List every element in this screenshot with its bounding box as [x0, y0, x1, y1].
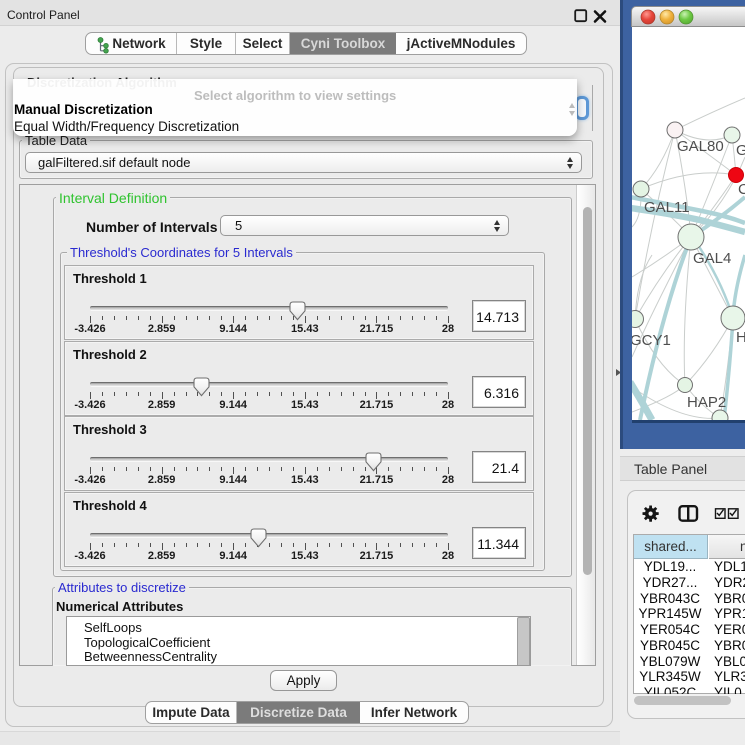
svg-text:G.: G. [736, 142, 745, 159]
svg-text:C: C [738, 181, 745, 198]
svg-text:H: H [736, 329, 745, 346]
svg-text:GAL80: GAL80 [677, 138, 724, 155]
svg-text:HAP2: HAP2 [687, 394, 726, 411]
svg-text:GAL11: GAL11 [644, 199, 690, 216]
svg-text:GCY1: GCY1 [632, 332, 671, 349]
svg-text:GAL4: GAL4 [693, 250, 731, 267]
